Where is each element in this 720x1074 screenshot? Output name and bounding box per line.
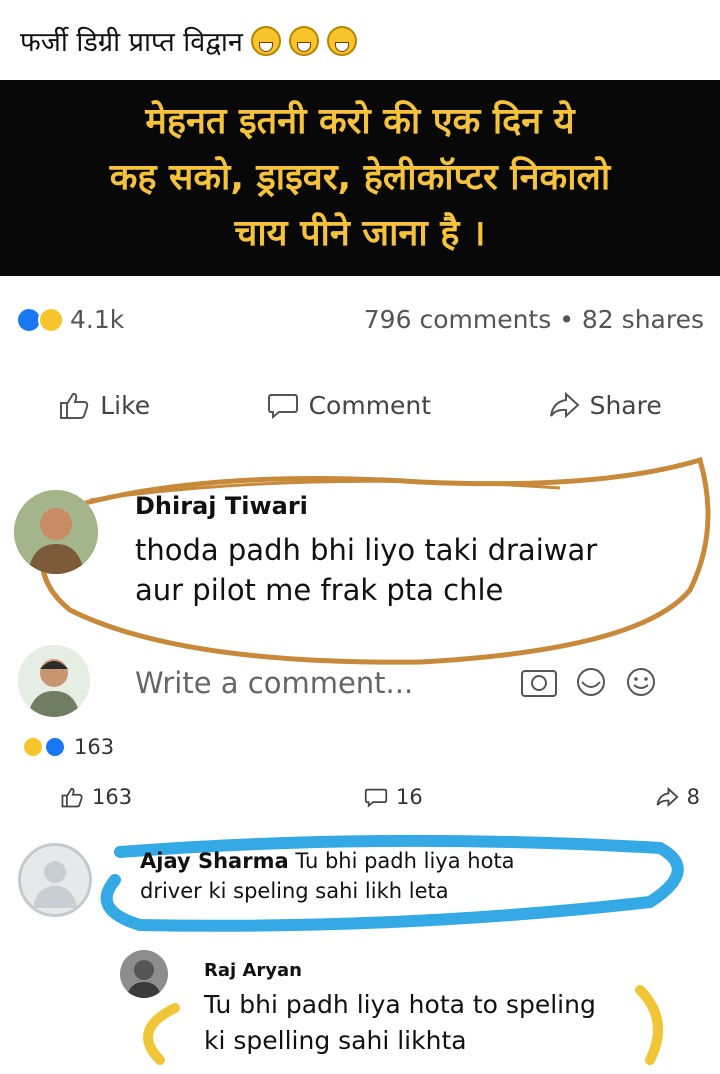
smile-icon — [326, 25, 357, 56]
like-button[interactable]: Like — [58, 390, 150, 420]
grin-icon — [250, 25, 281, 56]
camera-icon[interactable] — [520, 666, 558, 698]
comment-text-line-1: thoda padh bhi liyo taki draiwar — [135, 533, 598, 567]
reply-text-line-2: driver ki speling sahi likh leta — [140, 879, 449, 903]
comment-input[interactable]: Write a comment... — [135, 666, 413, 700]
reply-author[interactable]: Ajay Sharma — [140, 849, 289, 873]
shares-count-button[interactable]: 8 — [655, 785, 700, 809]
shares-count[interactable]: 82 shares — [582, 305, 704, 334]
share-button[interactable]: Share — [548, 390, 662, 420]
haha-reaction-icon — [22, 736, 44, 758]
post-caption: फर्जी डिग्री प्राप्त विद्वान — [20, 22, 357, 59]
speech-bubble-icon — [364, 788, 388, 808]
reply-author[interactable]: Raj Aryan — [204, 960, 704, 981]
banner-line-2: कह सको, ड्राइवर, हेलीकॉप्टर निकालो — [109, 157, 611, 198]
likes-count-button[interactable]: 163 — [60, 785, 132, 809]
like-reaction-icon — [44, 736, 66, 758]
share-label: Share — [589, 390, 662, 420]
emoji-icon[interactable] — [624, 666, 658, 698]
comment-input-tools — [520, 666, 658, 698]
replies-count-button[interactable]: 16 — [364, 785, 423, 809]
reply-avatar[interactable] — [120, 950, 168, 998]
meme-banner: मेहनत इतनी करो की एक दिन ये कह सको, ड्रा… — [0, 80, 720, 276]
replies-count: 16 — [395, 785, 423, 809]
gif-sticker-icon[interactable] — [572, 666, 610, 698]
reply-text: Tu bhi padh liya hota — [295, 849, 515, 873]
banner-line-3: चाय पीने जाना है । — [234, 213, 486, 254]
banner-line-1: मेहनत इतनी करो की एक दिन ये — [145, 101, 575, 142]
thumbs-up-icon — [60, 392, 89, 419]
share-arrow-icon — [549, 391, 580, 419]
comment-button[interactable]: Comment — [267, 390, 432, 420]
reaction-count: 163 — [74, 735, 115, 759]
thumbs-up-icon — [61, 787, 83, 808]
comment-text-line-2: aur pilot me frak pta chle — [135, 573, 504, 607]
comment-action-counts: 163 16 8 — [60, 785, 700, 809]
person-avatar-icon — [14, 490, 98, 574]
like-label: Like — [100, 390, 151, 420]
avatar[interactable] — [14, 490, 98, 574]
speech-bubble-icon — [267, 394, 298, 420]
reply-body: Ajay Sharma Tu bhi padh liya hota driver… — [140, 846, 700, 906]
comment-body: Dhiraj Tiwari thoda padh bhi liyo taki d… — [135, 492, 695, 610]
comment-label: Comment — [308, 390, 432, 420]
comments-count[interactable]: 796 comments — [364, 305, 551, 334]
haha-reaction-icon — [38, 306, 64, 333]
reply-text-line-2: ki spelling sahi likhta — [204, 1026, 467, 1055]
default-avatar-icon — [33, 861, 77, 908]
comment-author[interactable]: Dhiraj Tiwari — [135, 492, 695, 520]
post-stats: 796 comments • 82 shares — [364, 305, 704, 334]
reaction-count: 4.1k — [70, 305, 125, 334]
stats-separator: • — [559, 305, 574, 334]
reply-text-line-1: Tu bhi padh liya hota to speling — [204, 990, 596, 1019]
post-action-bar: Like Comment Share — [0, 390, 720, 420]
laugh-tears-icon — [288, 25, 319, 56]
caption-text: फर्जी डिग्री प्राप्त विद्वान — [20, 27, 243, 58]
comment-reactions[interactable]: 163 — [22, 735, 114, 759]
person-avatar-icon — [120, 950, 168, 998]
user-avatar-icon — [18, 645, 90, 717]
reply-avatar[interactable] — [18, 843, 92, 917]
current-user-avatar — [18, 645, 90, 717]
shares-count: 8 — [686, 785, 700, 809]
post-reactions[interactable]: 4.1k — [16, 305, 124, 334]
reply-body: Raj Aryan Tu bhi padh liya hota to speli… — [204, 960, 704, 1059]
likes-count: 163 — [92, 785, 133, 809]
share-arrow-icon — [656, 786, 679, 808]
